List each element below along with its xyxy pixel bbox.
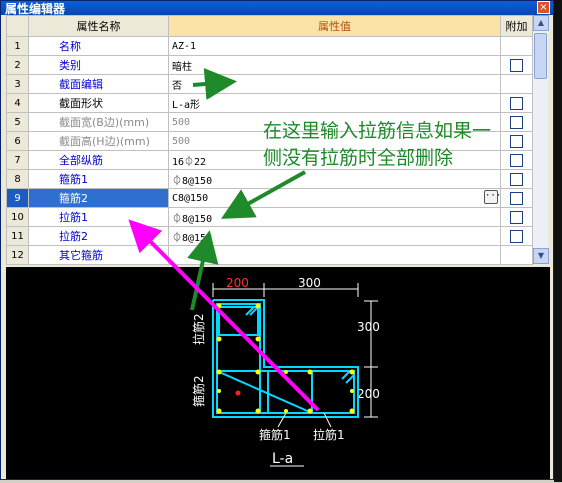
- row-number: 5: [6, 112, 29, 132]
- property-name[interactable]: 类别: [28, 55, 169, 75]
- attach-cell: [500, 55, 533, 75]
- header-name[interactable]: 属性名称: [28, 15, 169, 37]
- attach-cell: [500, 93, 533, 113]
- scroll-thumb[interactable]: [534, 33, 547, 79]
- property-editor-window: 属性编辑器 × 属性名称 属性值 附加 1 名称 AZ-1 2 类别 暗柱 3 …: [0, 0, 554, 480]
- property-name[interactable]: 全部纵筋: [28, 150, 169, 170]
- property-name[interactable]: 截面编辑: [28, 74, 169, 94]
- label-tie2: 拉筋2: [191, 313, 206, 345]
- property-name[interactable]: 截面高(H边)(mm): [28, 131, 169, 151]
- section-preview-canvas: 200 300 300 200 拉筋2 箍筋2 箍筋1 拉筋1 L-a: [6, 267, 550, 479]
- property-value[interactable]: [168, 245, 501, 265]
- rebar-points: [216, 303, 355, 414]
- attach-checkbox[interactable]: [510, 172, 523, 186]
- attach-cell: [500, 207, 533, 227]
- table-row[interactable]: 11 拉筋2 ⏀8@150: [6, 226, 533, 246]
- attach-cell: [500, 36, 533, 56]
- table-row-selected[interactable]: 9 箍筋2 C8@150 ···: [6, 188, 533, 208]
- table-row[interactable]: 4 截面形状 L-a形: [6, 93, 533, 113]
- attach-checkbox[interactable]: [510, 58, 523, 72]
- attach-cell: [500, 74, 533, 94]
- table-row[interactable]: 1 名称 AZ-1: [6, 36, 533, 56]
- table-row[interactable]: 10 拉筋1 ⏀8@150: [6, 207, 533, 227]
- property-name[interactable]: 拉筋1: [28, 207, 169, 227]
- attach-checkbox[interactable]: [510, 191, 523, 205]
- label-stirrup2: 箍筋2: [191, 375, 206, 407]
- property-value[interactable]: AZ-1: [168, 36, 501, 56]
- attach-cell: [500, 226, 533, 246]
- row-number-header: [6, 15, 29, 37]
- attach-checkbox[interactable]: [510, 210, 523, 224]
- property-name[interactable]: 箍筋1: [28, 169, 169, 189]
- property-name[interactable]: 其它箍筋: [28, 245, 169, 265]
- background-strip: [554, 0, 562, 482]
- attach-cell: [500, 245, 533, 265]
- row-number: 8: [6, 169, 29, 189]
- property-name[interactable]: 截面宽(B边)(mm): [28, 112, 169, 132]
- row-number: 12: [6, 245, 29, 265]
- property-value[interactable]: ⏀8@150: [168, 169, 501, 189]
- table-row[interactable]: 2 类别 暗柱: [6, 55, 533, 75]
- dim-right-top: 300: [357, 320, 380, 334]
- property-name[interactable]: 名称: [28, 36, 169, 56]
- shape-label: L-a: [272, 451, 293, 467]
- leader-lines: [277, 412, 332, 428]
- attach-cell: [500, 188, 533, 208]
- row-number: 3: [6, 74, 29, 94]
- grid-header: 属性名称 属性值 附加: [6, 15, 533, 37]
- row-number: 4: [6, 93, 29, 113]
- row-number: 2: [6, 55, 29, 75]
- ellipsis-button[interactable]: ···: [484, 190, 500, 204]
- dim-top-right: 300: [298, 276, 321, 290]
- dim-right-bottom: 200: [357, 387, 380, 401]
- property-name[interactable]: 拉筋2: [28, 226, 169, 246]
- label-stirrup1: 箍筋1: [259, 427, 291, 442]
- section-outline: [212, 299, 359, 418]
- dim-top-left: 200: [226, 276, 249, 290]
- row-number: 11: [6, 226, 29, 246]
- property-name[interactable]: 截面形状: [28, 93, 169, 113]
- attach-checkbox[interactable]: [510, 229, 523, 243]
- center-point: [235, 390, 241, 396]
- label-tie1: 拉筋1: [313, 427, 345, 442]
- scroll-up-icon[interactable]: ▲: [533, 15, 549, 31]
- row-number: 9: [6, 188, 29, 208]
- property-name[interactable]: 箍筋2: [28, 188, 169, 208]
- property-value[interactable]: ⏀8@150: [168, 207, 501, 227]
- property-value[interactable]: 暗柱: [168, 55, 501, 75]
- header-attach[interactable]: 附加: [500, 15, 533, 37]
- row-number: 7: [6, 150, 29, 170]
- section-drawing: 200 300 300 200 拉筋2 箍筋2 箍筋1 拉筋1 L-a: [191, 276, 380, 467]
- close-icon[interactable]: ×: [537, 1, 550, 14]
- row-number: 10: [6, 207, 29, 227]
- scroll-down-icon[interactable]: ▼: [533, 248, 549, 264]
- attach-checkbox[interactable]: [510, 96, 523, 110]
- instruction-note: 在这里输入拉筋信息如果一 侧没有拉筋时全部删除: [263, 118, 562, 172]
- header-value[interactable]: 属性值: [168, 15, 501, 37]
- attach-cell: [500, 169, 533, 189]
- property-value[interactable]: 否: [168, 74, 501, 94]
- table-row[interactable]: 3 截面编辑 否: [6, 74, 533, 94]
- instruction-line-2: 侧没有拉筋时全部删除: [263, 147, 454, 169]
- instruction-line-1: 在这里输入拉筋信息如果一: [263, 120, 492, 142]
- property-value[interactable]: ⏀8@150: [168, 226, 501, 246]
- row-number: 1: [6, 36, 29, 56]
- row-number: 6: [6, 131, 29, 151]
- table-row[interactable]: 8 箍筋1 ⏀8@150: [6, 169, 533, 189]
- table-row[interactable]: 12 其它箍筋: [6, 245, 533, 265]
- title-bar[interactable]: 属性编辑器 ×: [1, 1, 553, 16]
- property-value-text: C8@150: [172, 192, 209, 204]
- property-value-editing[interactable]: C8@150 ···: [168, 188, 501, 208]
- property-value[interactable]: L-a形: [168, 93, 501, 113]
